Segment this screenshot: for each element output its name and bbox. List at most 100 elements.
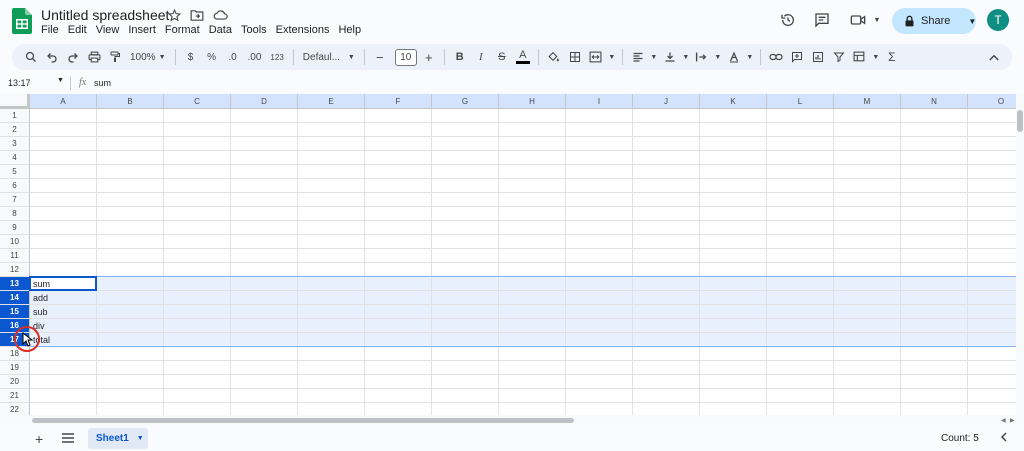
rotation-caret-icon[interactable]: ▼ <box>746 47 754 67</box>
account-avatar[interactable]: T <box>987 9 1009 31</box>
row-header-15[interactable]: 15 <box>0 305 30 319</box>
font-size-input[interactable]: 10 <box>394 48 417 66</box>
row-header-11[interactable]: 11 <box>0 249 30 263</box>
row-header-4[interactable]: 4 <box>0 151 30 165</box>
horizontal-scroll-thumb[interactable] <box>32 418 574 423</box>
collapse-toolbar-icon[interactable] <box>985 47 1003 67</box>
menu-view[interactable]: View <box>96 24 124 36</box>
spreadsheet-grid[interactable]: A B C D E F G H I J K L M N O 1 2 3 4 5 6 7 8 9 10 11 12 13 14 15 16 17… <box>0 94 1016 415</box>
undo-icon[interactable] <box>43 47 61 67</box>
cell-a15[interactable]: sub <box>33 307 48 317</box>
name-box[interactable]: 13:17 <box>8 78 31 88</box>
row-header-8[interactable]: 8 <box>0 207 30 221</box>
percent-format-button[interactable]: % <box>203 47 221 67</box>
cell-a13[interactable]: sum <box>33 279 50 289</box>
print-icon[interactable] <box>85 47 103 67</box>
menu-tools[interactable]: Tools <box>241 24 271 36</box>
row-header-2[interactable]: 2 <box>0 123 30 137</box>
more-formats-button[interactable]: 123 <box>267 47 286 67</box>
column-header-i[interactable]: I <box>566 94 633 109</box>
column-header-j[interactable]: J <box>633 94 700 109</box>
cell-a14[interactable]: add <box>33 293 48 303</box>
add-sheet-icon[interactable]: + <box>35 431 43 447</box>
column-header-g[interactable]: G <box>432 94 499 109</box>
share-dropdown-caret-icon[interactable]: ▼ <box>968 17 976 26</box>
fill-color-icon[interactable] <box>545 47 563 67</box>
horizontal-align-icon[interactable] <box>629 47 647 67</box>
scroll-left-arrow-icon[interactable]: ◀ <box>1001 417 1006 424</box>
font-select[interactable]: Defaul... ▼ <box>300 47 358 67</box>
menu-edit[interactable]: Edit <box>68 24 91 36</box>
select-all-corner[interactable] <box>0 94 30 109</box>
menu-extensions[interactable]: Extensions <box>276 24 334 36</box>
wrap-caret-icon[interactable]: ▼ <box>714 47 722 67</box>
redo-icon[interactable] <box>64 47 82 67</box>
menu-insert[interactable]: Insert <box>128 24 160 36</box>
all-sheets-menu-icon[interactable] <box>62 433 74 443</box>
menu-format[interactable]: Format <box>165 24 204 36</box>
merge-cells-icon[interactable] <box>587 47 605 67</box>
row-header-5[interactable]: 5 <box>0 165 30 179</box>
comments-icon[interactable] <box>814 12 830 28</box>
row-header-13[interactable]: 13 <box>0 277 30 291</box>
vertical-align-icon[interactable] <box>661 47 679 67</box>
filter-icon[interactable] <box>830 47 848 67</box>
italic-button[interactable]: I <box>472 47 490 67</box>
meet-video-icon[interactable] <box>850 12 866 28</box>
row-header-19[interactable]: 19 <box>0 361 30 375</box>
merge-caret-icon[interactable]: ▼ <box>608 47 616 67</box>
row-header-22[interactable]: 22 <box>0 403 30 415</box>
move-folder-icon[interactable] <box>189 7 205 23</box>
column-header-b[interactable]: B <box>97 94 164 109</box>
column-header-d[interactable]: D <box>231 94 298 109</box>
vertical-scrollbar[interactable] <box>1016 94 1024 415</box>
insert-link-icon[interactable] <box>767 47 785 67</box>
filter-views-icon[interactable] <box>851 47 869 67</box>
vertical-scroll-thumb[interactable] <box>1017 110 1023 132</box>
column-header-e[interactable]: E <box>298 94 365 109</box>
strikethrough-button[interactable]: S <box>493 47 511 67</box>
bold-button[interactable]: B <box>451 47 469 67</box>
row-header-14[interactable]: 14 <box>0 291 30 305</box>
text-color-button[interactable]: A <box>514 47 532 67</box>
column-header-c[interactable]: C <box>164 94 231 109</box>
document-title[interactable]: Untitled spreadsheet <box>41 7 169 23</box>
row-header-1[interactable]: 1 <box>0 109 30 123</box>
row-header-7[interactable]: 7 <box>0 193 30 207</box>
menu-help[interactable]: Help <box>338 24 365 36</box>
insert-chart-icon[interactable] <box>809 47 827 67</box>
row-header-10[interactable]: 10 <box>0 235 30 249</box>
row-header-20[interactable]: 20 <box>0 375 30 389</box>
decrease-font-size-icon[interactable]: − <box>371 47 389 67</box>
column-header-a[interactable]: A <box>30 94 97 109</box>
column-header-o[interactable]: O <box>968 94 1016 109</box>
sheets-logo-icon[interactable] <box>12 8 32 34</box>
sheet-tab-sheet1[interactable]: Sheet1 ▼ <box>88 428 148 449</box>
name-box-caret-icon[interactable]: ▼ <box>57 77 64 84</box>
share-button[interactable]: Share ▼ <box>892 8 976 34</box>
row-header-12[interactable]: 12 <box>0 263 30 277</box>
scroll-right-arrow-icon[interactable]: ▶ <box>1010 417 1015 424</box>
version-history-icon[interactable] <box>780 12 796 28</box>
column-header-l[interactable]: L <box>767 94 834 109</box>
row-header-6[interactable]: 6 <box>0 179 30 193</box>
menu-data[interactable]: Data <box>209 24 236 36</box>
text-rotation-icon[interactable] <box>725 47 743 67</box>
column-header-h[interactable]: H <box>499 94 566 109</box>
row-header-9[interactable]: 9 <box>0 221 30 235</box>
cloud-status-icon[interactable] <box>212 7 228 23</box>
decrease-decimal-button[interactable]: .0 <box>224 47 242 67</box>
row-header-21[interactable]: 21 <box>0 389 30 403</box>
column-header-k[interactable]: K <box>700 94 767 109</box>
valign-caret-icon[interactable]: ▼ <box>682 47 690 67</box>
zoom-select[interactable]: 100% ▼ <box>127 47 169 67</box>
star-icon[interactable] <box>166 7 182 23</box>
side-panel-toggle-icon[interactable] <box>1000 432 1007 445</box>
search-menus-icon[interactable] <box>22 47 40 67</box>
paint-format-icon[interactable] <box>106 47 124 67</box>
sheet-tab-caret-icon[interactable]: ▼ <box>137 435 144 442</box>
row-header-3[interactable]: 3 <box>0 137 30 151</box>
halign-caret-icon[interactable]: ▼ <box>650 47 658 67</box>
insert-comment-icon[interactable] <box>788 47 806 67</box>
formula-input[interactable]: sum <box>94 78 111 88</box>
